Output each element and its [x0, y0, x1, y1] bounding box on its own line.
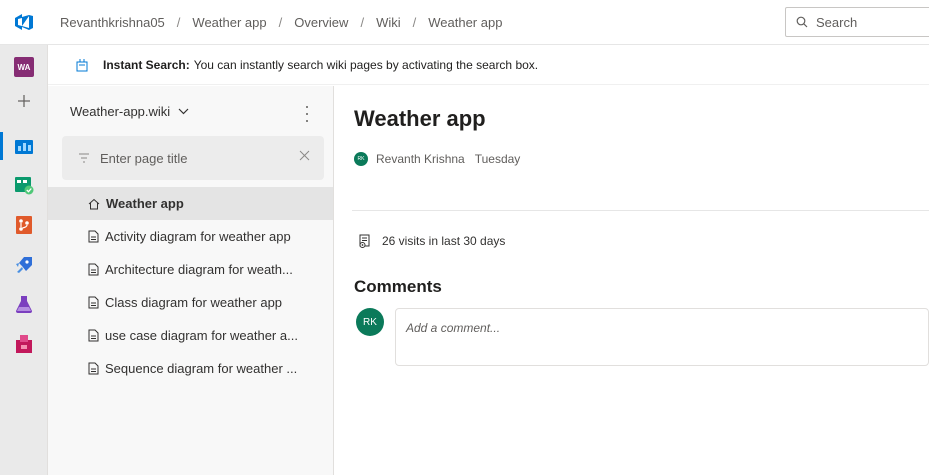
boards-nav-item[interactable]	[0, 169, 48, 201]
search-icon	[796, 16, 808, 28]
overview-icon	[15, 140, 33, 154]
more-options-button[interactable]	[302, 106, 312, 122]
wiki-tree-panel: Weather-app.wiki Enter page title Weathe…	[48, 86, 334, 475]
page-visits: 26 visits in last 30 days	[358, 234, 505, 248]
wiki-page-content: Weather app RK Revanth Krishna Tuesday 2…	[334, 86, 929, 475]
add-comment-input[interactable]: Add a comment...	[395, 308, 929, 366]
tree-item-weather-app[interactable]: Weather app	[48, 187, 333, 220]
app-root: Revanthkrishna05 / Weather app / Overvie…	[0, 0, 929, 475]
breadcrumb-page[interactable]: Weather app	[428, 15, 502, 30]
breadcrumb-separator: /	[360, 14, 365, 30]
test-plans-icon	[16, 296, 32, 313]
filter-icon	[78, 153, 90, 163]
breadcrumb-wiki[interactable]: Wiki	[376, 15, 401, 30]
tree-item-sequence-diagram[interactable]: Sequence diagram for weather ...	[48, 352, 333, 385]
sparkle-icon	[75, 58, 89, 72]
page-icon	[88, 230, 99, 243]
instant-search-banner: Instant Search: You can instantly search…	[48, 45, 929, 85]
left-navigation-rail: WA	[0, 45, 48, 475]
author-name[interactable]: Revanth Krishna	[376, 152, 465, 166]
overview-nav-item[interactable]	[0, 130, 48, 162]
more-dot	[306, 106, 308, 108]
breadcrumb: Revanthkrishna05 / Weather app / Overvie…	[60, 15, 502, 30]
page-icon	[88, 263, 99, 276]
content-divider	[352, 210, 929, 211]
close-icon[interactable]	[299, 150, 310, 161]
comments-heading: Comments	[354, 277, 442, 296]
banner-text: You can instantly search wiki pages by a…	[193, 57, 539, 72]
tree-item-label: Sequence diagram for weather ...	[105, 361, 298, 376]
pipelines-icon	[16, 257, 32, 273]
chevron-down-icon	[178, 108, 189, 115]
author-avatar[interactable]: RK	[354, 152, 368, 166]
plus-icon	[18, 95, 30, 107]
tree-item-label: Weather app	[106, 196, 184, 211]
breadcrumb-org[interactable]: Revanthkrishna05	[60, 15, 165, 30]
azure-devops-icon	[15, 14, 33, 30]
pipelines-nav-item[interactable]	[0, 249, 48, 281]
artifacts-nav-item[interactable]	[0, 328, 48, 360]
breadcrumb-project[interactable]: Weather app	[192, 15, 266, 30]
tree-item-label: Activity diagram for weather app	[105, 229, 291, 244]
wiki-selector[interactable]: Weather-app.wiki	[70, 104, 189, 119]
page-title: Weather app	[354, 106, 486, 131]
artifacts-icon	[16, 335, 32, 353]
page-icon	[88, 362, 99, 375]
page-title-filter-input[interactable]: Enter page title	[62, 136, 324, 180]
breadcrumb-overview[interactable]: Overview	[294, 15, 348, 30]
repos-nav-item[interactable]	[0, 209, 48, 241]
top-bar: Revanthkrishna05 / Weather app / Overvie…	[0, 0, 929, 45]
last-edited-date: Tuesday	[474, 152, 521, 166]
more-dot	[306, 113, 308, 115]
banner-title: Instant Search:	[103, 57, 190, 72]
page-visits-icon	[359, 234, 370, 248]
filter-placeholder: Enter page title	[100, 150, 188, 166]
more-dot	[306, 120, 308, 122]
search-placeholder: Search	[816, 14, 858, 30]
boards-icon	[15, 177, 34, 195]
repos-icon	[16, 216, 32, 234]
search-box[interactable]: Search	[785, 7, 929, 37]
project-avatar: WA	[14, 57, 34, 77]
azure-devops-logo[interactable]	[0, 0, 48, 45]
tree-item-class-diagram[interactable]: Class diagram for weather app	[48, 286, 333, 319]
breadcrumb-separator: /	[412, 14, 417, 30]
tree-item-label: Architecture diagram for weath...	[105, 262, 293, 277]
page-icon	[88, 329, 99, 342]
breadcrumb-separator: /	[278, 14, 283, 30]
wiki-page-tree: Weather app Activity diagram for weather…	[48, 187, 333, 385]
tree-item-label: use case diagram for weather a...	[105, 328, 298, 343]
tree-item-use-case-diagram[interactable]: use case diagram for weather a...	[48, 319, 333, 352]
project-badge[interactable]: WA	[0, 51, 48, 83]
tree-item-activity-diagram[interactable]: Activity diagram for weather app	[48, 220, 333, 253]
page-meta: RK Revanth Krishna Tuesday	[354, 152, 520, 166]
tree-item-label: Class diagram for weather app	[105, 295, 283, 310]
visits-text: 26 visits in last 30 days	[382, 234, 506, 248]
wiki-name: Weather-app.wiki	[70, 104, 171, 119]
commenter-avatar: RK	[356, 308, 384, 336]
new-item-button[interactable]	[0, 85, 48, 117]
page-icon	[88, 296, 99, 309]
tree-item-architecture-diagram[interactable]: Architecture diagram for weath...	[48, 253, 333, 286]
home-icon	[88, 198, 100, 210]
test-plans-nav-item[interactable]	[0, 288, 48, 320]
breadcrumb-separator: /	[176, 14, 181, 30]
